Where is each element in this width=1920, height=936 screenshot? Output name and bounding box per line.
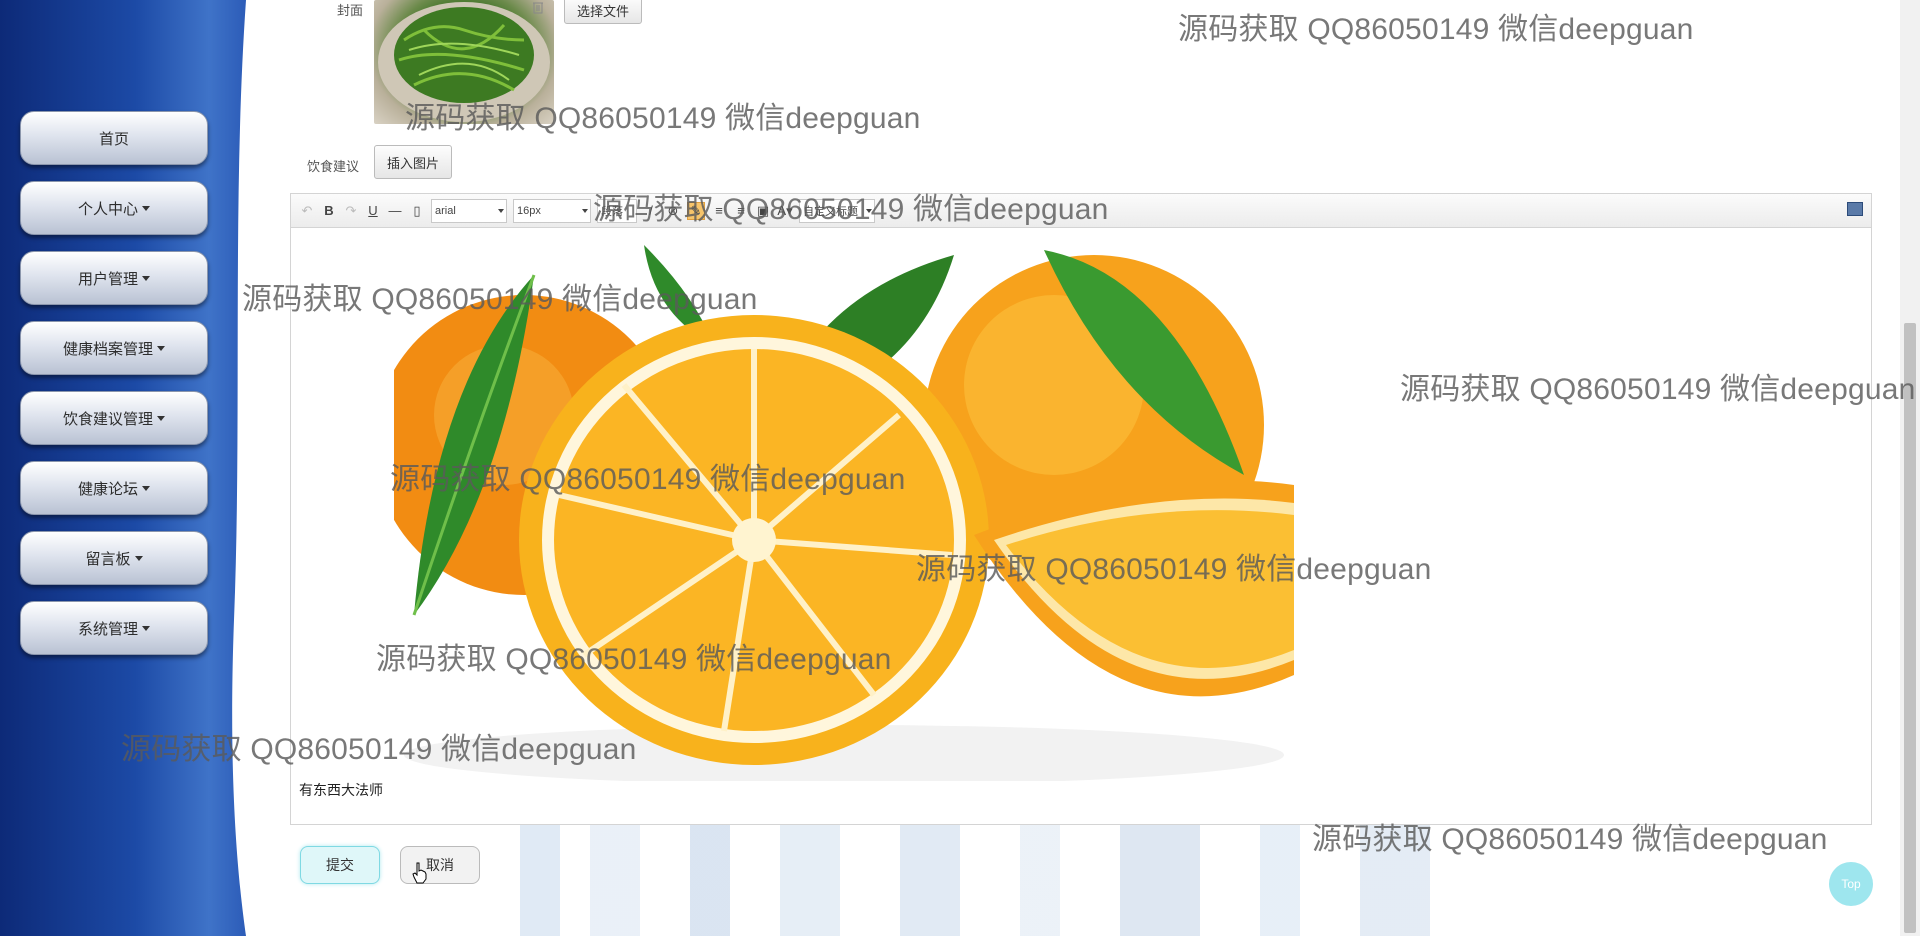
caret-down-icon [142,485,150,491]
bold-button[interactable]: B [321,203,337,218]
format-painter-icon[interactable]: ✎ [687,201,705,220]
caret-down-icon [142,205,150,211]
image-icon[interactable]: ▣ [755,203,771,219]
custom-title-select[interactable]: 自定义标题 [799,198,875,223]
choose-file-button[interactable]: 选择文件 [564,0,643,24]
caret-down-icon [157,415,165,421]
font-family-select[interactable]: arial [431,198,507,223]
hand-cursor-icon [412,862,427,884]
editor-content-text: 有东西大法师 [299,782,383,798]
sidebar-item-personal-center[interactable]: 个人中心 [20,181,208,235]
sidebar-item-user-management[interactable]: 用户管理 [20,251,208,305]
italic-icon[interactable]: / [643,203,659,218]
background-decoration [500,824,1500,936]
cover-label: 封面 [337,3,364,18]
undo-icon[interactable]: ↶ [299,203,315,219]
fullscreen-icon[interactable] [1847,202,1863,216]
sidebar-item-label: 个人中心 [77,200,138,218]
underline-button[interactable]: U [365,203,381,218]
sidebar-item-label: 用户管理 [77,270,138,288]
caret-down-icon [142,275,150,281]
diet-advice-label: 饮食建议 [307,159,360,174]
editor-toolbar: ↶ B ↷ U — ▯ arial 16px 段落 / ⊘ ✎ ≡ ≡ ▣ A▾… [291,194,1871,228]
chevron-down-icon [582,208,588,213]
sidebar-item-label: 健康论坛 [77,480,138,498]
sidebar-item-label: 留言板 [85,550,131,568]
link-icon[interactable]: ⊘ [665,203,681,219]
custom-title-value: 自定义标题 [803,205,858,218]
sidebar-item-health-forum[interactable]: 健康论坛 [20,461,208,515]
scrollbar-thumb[interactable] [1904,323,1916,933]
caret-down-icon [142,625,150,631]
watermark: 源码获取 QQ86050149 微信deepguan [1178,13,1694,46]
chevron-down-icon [498,208,504,213]
sidebar-item-system-management[interactable]: 系统管理 [20,601,208,655]
trash-icon[interactable] [531,0,545,14]
font-size-select[interactable]: 16px [513,198,591,223]
sidebar-item-diet-advice[interactable]: 饮食建议管理 [20,391,208,445]
caret-down-icon [134,555,143,561]
align-center-icon[interactable]: ≡ [733,203,749,218]
font-color-label: A [777,202,787,218]
font-family-value: arial [435,204,456,217]
sidebar-item-health-records[interactable]: 健康档案管理 [20,321,208,375]
sidebar: 首页 个人中心 用户管理 健康档案管理 饮食建议管理 健康论坛 留言板 系统管理 [0,0,246,936]
page-scrollbar[interactable] [1900,0,1920,936]
sidebar-item-label: 系统管理 [77,620,138,638]
sidebar-item-home[interactable]: 首页 [20,111,208,165]
submit-button[interactable]: 提交 [300,846,380,884]
paragraph-value: 段落 [601,205,623,218]
paragraph-select[interactable]: 段落 [597,198,637,223]
document-icon[interactable]: ▯ [409,203,425,219]
vegetable-dish-image [378,2,550,122]
font-color-button[interactable]: A▾ [777,203,793,219]
sidebar-edge-decoration [232,0,246,936]
sidebar-item-label: 健康档案管理 [62,340,153,358]
sidebar-item-label: 首页 [98,130,129,148]
align-left-icon[interactable]: ≡ [711,203,727,218]
insert-image-button[interactable]: 插入图片 [374,145,453,179]
horizontal-rule-icon[interactable]: — [387,203,403,218]
sidebar-item-message-board[interactable]: 留言板 [20,531,208,585]
back-to-top-button[interactable]: Top [1829,862,1873,906]
cover-image-preview [374,0,554,124]
oranges-image [394,235,1294,781]
sidebar-item-label: 饮食建议管理 [62,410,153,428]
caret-down-icon [157,345,165,351]
font-size-value: 16px [517,204,541,217]
redo-icon[interactable]: ↷ [343,203,359,219]
chevron-down-icon [866,208,872,213]
